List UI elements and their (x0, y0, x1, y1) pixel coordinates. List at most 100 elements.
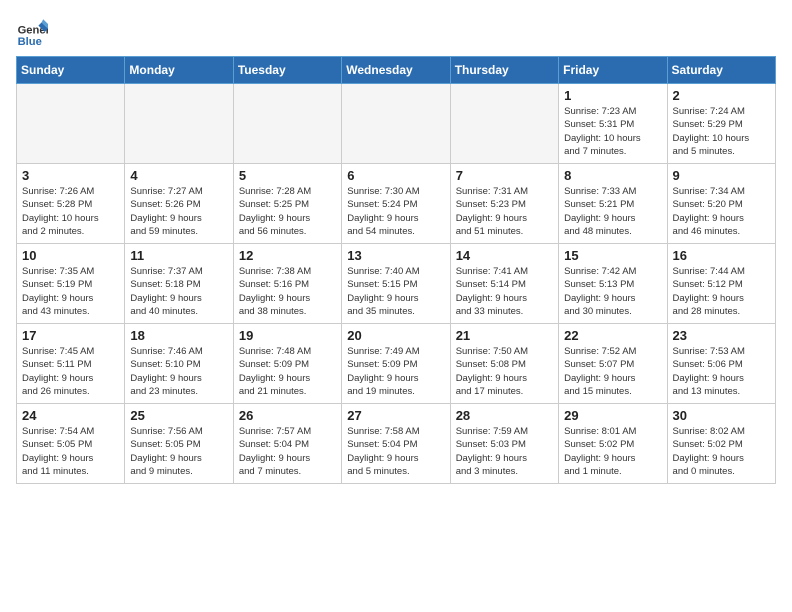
day-number: 30 (673, 408, 770, 423)
day-info: Sunrise: 7:31 AM Sunset: 5:23 PM Dayligh… (456, 185, 553, 238)
calendar-week-1: 1Sunrise: 7:23 AM Sunset: 5:31 PM Daylig… (17, 84, 776, 164)
day-info: Sunrise: 7:52 AM Sunset: 5:07 PM Dayligh… (564, 345, 661, 398)
calendar-cell: 28Sunrise: 7:59 AM Sunset: 5:03 PM Dayli… (450, 404, 558, 484)
day-info: Sunrise: 7:49 AM Sunset: 5:09 PM Dayligh… (347, 345, 444, 398)
calendar-header-wednesday: Wednesday (342, 57, 450, 84)
day-number: 20 (347, 328, 444, 343)
day-info: Sunrise: 7:50 AM Sunset: 5:08 PM Dayligh… (456, 345, 553, 398)
day-number: 26 (239, 408, 336, 423)
logo-icon: General Blue (16, 16, 48, 48)
calendar-cell: 25Sunrise: 7:56 AM Sunset: 5:05 PM Dayli… (125, 404, 233, 484)
day-number: 17 (22, 328, 119, 343)
calendar-cell: 29 Sunrise: 8:01 AM Sunset: 5:02 PM Dayli… (559, 404, 667, 484)
day-number: 5 (239, 168, 336, 183)
day-number: 22 (564, 328, 661, 343)
calendar-cell: 10 Sunrise: 7:35 AM Sunset: 5:19 PM Dayli… (17, 244, 125, 324)
day-info: Sunrise: 7:23 AM Sunset: 5:31 PM Dayligh… (564, 105, 661, 158)
calendar-body: 1Sunrise: 7:23 AM Sunset: 5:31 PM Daylig… (17, 84, 776, 484)
calendar-cell: 14 Sunrise: 7:41 AM Sunset: 5:14 PM Dayli… (450, 244, 558, 324)
svg-text:Blue: Blue (18, 36, 42, 48)
day-info: Sunrise: 7:48 AM Sunset: 5:09 PM Dayligh… (239, 345, 336, 398)
day-number: 16 (673, 248, 770, 263)
calendar-cell: 8Sunrise: 7:33 AM Sunset: 5:21 PM Daylig… (559, 164, 667, 244)
calendar-cell: 12 Sunrise: 7:38 AM Sunset: 5:16 PM Dayli… (233, 244, 341, 324)
calendar-cell: 17 Sunrise: 7:45 AM Sunset: 5:11 PM Dayli… (17, 324, 125, 404)
calendar-cell: 21 Sunrise: 7:50 AM Sunset: 5:08 PM Dayli… (450, 324, 558, 404)
day-number: 6 (347, 168, 444, 183)
calendar-cell: 2 Sunrise: 7:24 AM Sunset: 5:29 PM Daylig… (667, 84, 775, 164)
day-number: 9 (673, 168, 770, 183)
calendar-week-5: 24 Sunrise: 7:54 AM Sunset: 5:05 PM Dayli… (17, 404, 776, 484)
day-info: Sunrise: 7:42 AM Sunset: 5:13 PM Dayligh… (564, 265, 661, 318)
day-number: 19 (239, 328, 336, 343)
day-number: 14 (456, 248, 553, 263)
day-info: Sunrise: 7:34 AM Sunset: 5:20 PM Dayligh… (673, 185, 770, 238)
calendar-header-friday: Friday (559, 57, 667, 84)
calendar-cell: 6 Sunrise: 7:30 AM Sunset: 5:24 PM Daylig… (342, 164, 450, 244)
day-info: Sunrise: 7:38 AM Sunset: 5:16 PM Dayligh… (239, 265, 336, 318)
calendar-header-saturday: Saturday (667, 57, 775, 84)
day-number: 10 (22, 248, 119, 263)
day-number: 27 (347, 408, 444, 423)
calendar-cell: 9 Sunrise: 7:34 AM Sunset: 5:20 PM Daylig… (667, 164, 775, 244)
calendar-cell: 13 Sunrise: 7:40 AM Sunset: 5:15 PM Dayli… (342, 244, 450, 324)
day-number: 13 (347, 248, 444, 263)
calendar-header-tuesday: Tuesday (233, 57, 341, 84)
day-number: 11 (130, 248, 227, 263)
calendar-cell: 1Sunrise: 7:23 AM Sunset: 5:31 PM Daylig… (559, 84, 667, 164)
day-number: 4 (130, 168, 227, 183)
day-info: Sunrise: 7:46 AM Sunset: 5:10 PM Dayligh… (130, 345, 227, 398)
calendar-cell: 27 Sunrise: 7:58 AM Sunset: 5:04 PM Dayli… (342, 404, 450, 484)
calendar-cell (17, 84, 125, 164)
calendar-cell: 16 Sunrise: 7:44 AM Sunset: 5:12 PM Dayli… (667, 244, 775, 324)
calendar-table: SundayMondayTuesdayWednesdayThursdayFrid… (16, 56, 776, 484)
day-info: Sunrise: 7:40 AM Sunset: 5:15 PM Dayligh… (347, 265, 444, 318)
calendar-cell: 11 Sunrise: 7:37 AM Sunset: 5:18 PM Dayli… (125, 244, 233, 324)
day-info: Sunrise: 7:37 AM Sunset: 5:18 PM Dayligh… (130, 265, 227, 318)
day-number: 7 (456, 168, 553, 183)
day-info: Sunrise: 7:27 AM Sunset: 5:26 PM Dayligh… (130, 185, 227, 238)
calendar-cell: 3Sunrise: 7:26 AM Sunset: 5:28 PM Daylig… (17, 164, 125, 244)
calendar-cell: 4 Sunrise: 7:27 AM Sunset: 5:26 PM Daylig… (125, 164, 233, 244)
calendar-header-row: SundayMondayTuesdayWednesdayThursdayFrid… (17, 57, 776, 84)
day-number: 29 (564, 408, 661, 423)
calendar-cell (233, 84, 341, 164)
day-info: Sunrise: 7:54 AM Sunset: 5:05 PM Dayligh… (22, 425, 119, 478)
day-info: Sunrise: 7:56 AM Sunset: 5:05 PM Dayligh… (130, 425, 227, 478)
day-number: 23 (673, 328, 770, 343)
calendar-cell: 20 Sunrise: 7:49 AM Sunset: 5:09 PM Dayli… (342, 324, 450, 404)
header: General Blue (16, 16, 776, 48)
calendar-cell (125, 84, 233, 164)
calendar-cell (450, 84, 558, 164)
day-info: Sunrise: 7:26 AM Sunset: 5:28 PM Dayligh… (22, 185, 119, 238)
day-info: Sunrise: 7:30 AM Sunset: 5:24 PM Dayligh… (347, 185, 444, 238)
calendar-cell: 23 Sunrise: 7:53 AM Sunset: 5:06 PM Dayli… (667, 324, 775, 404)
day-number: 2 (673, 88, 770, 103)
day-info: Sunrise: 7:58 AM Sunset: 5:04 PM Dayligh… (347, 425, 444, 478)
day-number: 21 (456, 328, 553, 343)
day-info: Sunrise: 7:28 AM Sunset: 5:25 PM Dayligh… (239, 185, 336, 238)
calendar-header-thursday: Thursday (450, 57, 558, 84)
calendar-cell: 30 Sunrise: 8:02 AM Sunset: 5:02 PM Dayli… (667, 404, 775, 484)
day-number: 12 (239, 248, 336, 263)
calendar-cell: 22 Sunrise: 7:52 AM Sunset: 5:07 PM Dayli… (559, 324, 667, 404)
calendar-header-sunday: Sunday (17, 57, 125, 84)
calendar-cell: 24 Sunrise: 7:54 AM Sunset: 5:05 PM Dayli… (17, 404, 125, 484)
calendar-cell: 15Sunrise: 7:42 AM Sunset: 5:13 PM Dayli… (559, 244, 667, 324)
day-number: 24 (22, 408, 119, 423)
day-info: Sunrise: 7:41 AM Sunset: 5:14 PM Dayligh… (456, 265, 553, 318)
calendar-week-4: 17 Sunrise: 7:45 AM Sunset: 5:11 PM Dayli… (17, 324, 776, 404)
day-info: Sunrise: 7:44 AM Sunset: 5:12 PM Dayligh… (673, 265, 770, 318)
day-number: 8 (564, 168, 661, 183)
day-number: 18 (130, 328, 227, 343)
day-info: Sunrise: 8:01 AM Sunset: 5:02 PM Dayligh… (564, 425, 661, 478)
day-info: Sunrise: 7:35 AM Sunset: 5:19 PM Dayligh… (22, 265, 119, 318)
day-info: Sunrise: 7:57 AM Sunset: 5:04 PM Dayligh… (239, 425, 336, 478)
day-info: Sunrise: 7:53 AM Sunset: 5:06 PM Dayligh… (673, 345, 770, 398)
day-info: Sunrise: 7:24 AM Sunset: 5:29 PM Dayligh… (673, 105, 770, 158)
day-info: Sunrise: 8:02 AM Sunset: 5:02 PM Dayligh… (673, 425, 770, 478)
calendar-cell: 26 Sunrise: 7:57 AM Sunset: 5:04 PM Dayli… (233, 404, 341, 484)
day-info: Sunrise: 7:59 AM Sunset: 5:03 PM Dayligh… (456, 425, 553, 478)
calendar-cell: 18 Sunrise: 7:46 AM Sunset: 5:10 PM Dayli… (125, 324, 233, 404)
day-info: Sunrise: 7:45 AM Sunset: 5:11 PM Dayligh… (22, 345, 119, 398)
